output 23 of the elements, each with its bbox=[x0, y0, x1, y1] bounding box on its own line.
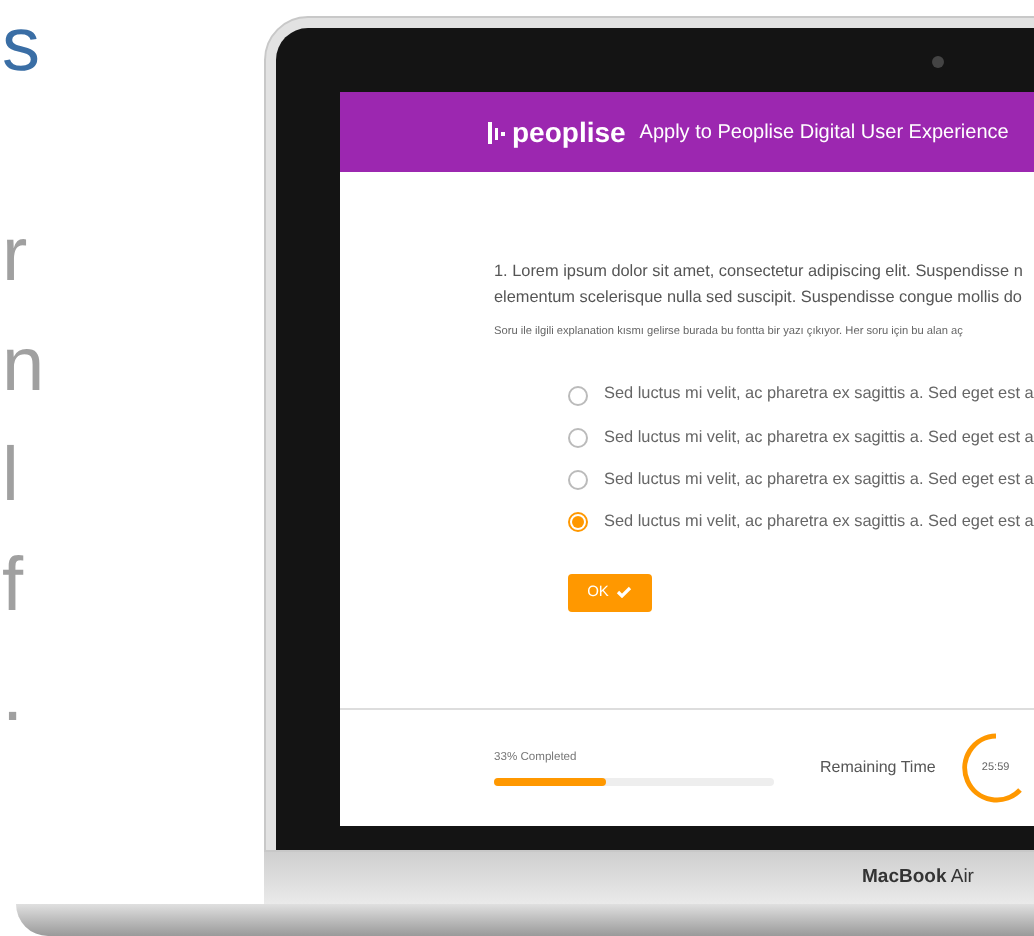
side-text: r bbox=[2, 222, 28, 292]
side-text: . bbox=[2, 662, 24, 732]
radio-button[interactable] bbox=[568, 470, 588, 491]
radio-button[interactable] bbox=[568, 427, 588, 448]
option-label: Sed luctus mi velit, ac pharetra ex sagittis a. Sed eget est a bbox=[604, 382, 1034, 407]
option-label: Sed luctus mi velit, ac pharetra ex sagittis a. Sed eget est a bbox=[604, 467, 1034, 492]
radio-button[interactable] bbox=[568, 512, 588, 533]
option-label: Sed luctus mi velit, ac pharetra ex sagittis a. Sed eget est a bbox=[604, 510, 1034, 535]
side-text: s bbox=[2, 12, 40, 82]
option-label: Sed luctus mi velit, ac pharetra ex sagittis a. Sed eget est a bbox=[604, 425, 1034, 450]
question-text: 1. Lorem ipsum dolor sit amet, consectetur adipiscing elit. Suspendisse n bbox=[494, 260, 1025, 284]
side-text: n bbox=[2, 332, 45, 402]
side-text: f bbox=[2, 552, 24, 622]
camera-icon bbox=[932, 56, 944, 68]
side-text: l bbox=[2, 442, 19, 512]
page-title: Apply to Peoplise Digital User Experience bbox=[639, 119, 1009, 147]
remaining-time-label: Remaining Time bbox=[820, 756, 936, 780]
question-text: elementum scelerisque nulla sed suscipit. Suspendisse congue mollis do bbox=[494, 286, 1024, 310]
logo-text: peoplise bbox=[512, 113, 626, 152]
logo-icon bbox=[488, 121, 506, 143]
laptop-label: MacBook Air bbox=[862, 863, 974, 892]
radio-button[interactable] bbox=[568, 385, 588, 406]
check-icon bbox=[616, 586, 633, 599]
